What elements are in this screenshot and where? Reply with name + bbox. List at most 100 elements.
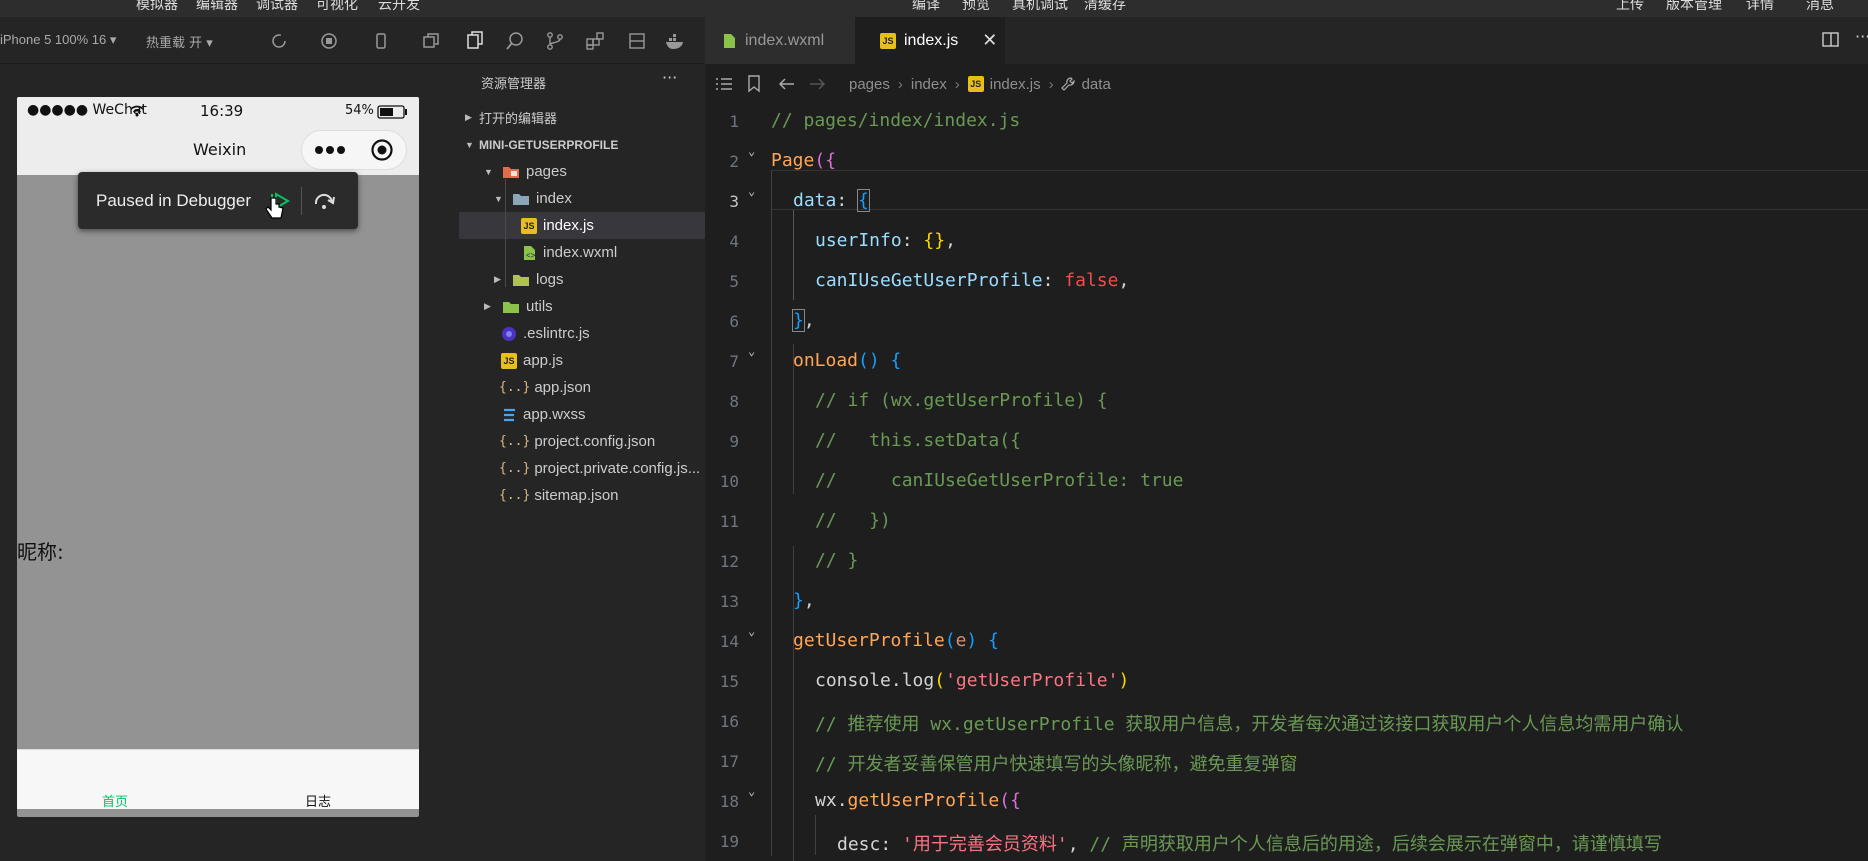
open-editors-section[interactable]: ▶ 打开的编辑器 — [459, 104, 705, 131]
tree-label: logs — [536, 271, 564, 288]
tree-label: index.wxml — [543, 244, 618, 261]
window-icon[interactable] — [422, 32, 440, 50]
nickname-label: 昵称: — [17, 540, 64, 564]
tab-label: index.js — [904, 31, 959, 49]
refresh-icon[interactable] — [270, 32, 288, 50]
split-editor-icon[interactable] — [1822, 31, 1840, 49]
menu-preview[interactable]: 预览 — [962, 0, 990, 14]
tree-item-pages[interactable]: ▼ pages — [459, 158, 705, 185]
crumb-index[interactable]: index — [911, 76, 947, 93]
source-control-icon[interactable] — [545, 31, 565, 51]
current-line-highlight — [771, 170, 1868, 210]
menu-cloud[interactable]: 云开发 — [378, 0, 420, 14]
tree-item-app-json[interactable]: {..} app.json — [459, 374, 705, 401]
fold-chevron-icon[interactable]: ⌄ — [748, 144, 755, 158]
search-icon[interactable] — [505, 31, 525, 51]
project-section[interactable]: ▼ MINI-GETUSERPROFILE — [459, 131, 705, 158]
tree-item-sitemap[interactable]: {..} sitemap.json — [459, 482, 705, 509]
more-icon[interactable] — [314, 145, 346, 155]
fold-chevron-icon[interactable]: ⌄ — [748, 184, 755, 198]
json-file-icon: {..} — [499, 380, 531, 395]
device-select[interactable]: iPhone 5 100% 16 ▾ — [0, 32, 116, 48]
list-icon[interactable] — [715, 76, 733, 92]
tab-index-wxml[interactable]: index.wxml — [705, 17, 855, 64]
chevron-right-icon: › — [1048, 75, 1054, 93]
css-file-icon — [504, 408, 515, 421]
bookmark-icon[interactable] — [747, 75, 761, 93]
status-time: 16:39 — [200, 102, 244, 120]
tree-label: app.json — [534, 379, 592, 396]
explorer-menu-button[interactable]: ··· — [662, 68, 677, 87]
menu-editor[interactable]: 编辑器 — [196, 0, 238, 14]
tree-item-index-folder[interactable]: ▼ index — [459, 185, 705, 212]
code-line-3: data: { — [793, 189, 870, 212]
close-icon[interactable]: ✕ — [982, 30, 997, 51]
phone-icon[interactable] — [372, 32, 390, 50]
line-number: 13 — [719, 592, 739, 611]
fold-chevron-icon[interactable]: ⌄ — [748, 624, 755, 638]
folder-icon — [503, 301, 519, 313]
storage-icon[interactable] — [627, 31, 647, 51]
menu-simulator[interactable]: 模拟器 — [136, 0, 178, 14]
fold-chevron-icon[interactable]: ⌄ — [748, 784, 755, 798]
line-number: 8 — [729, 392, 739, 411]
close-miniprogram-icon[interactable] — [370, 138, 394, 162]
code-line-11: // }) — [815, 510, 891, 531]
crumb-file[interactable]: index.js — [990, 76, 1041, 93]
wrench-icon — [1060, 77, 1075, 91]
menu-details[interactable]: 详情 — [1746, 0, 1774, 14]
step-over-icon[interactable] — [312, 191, 336, 211]
code-line-10: // canIUseGetUserProfile: true — [815, 470, 1184, 491]
menu-clear-cache[interactable]: 清缓存 — [1084, 0, 1126, 14]
nav-title: Weixin — [193, 140, 247, 159]
hot-reload-select[interactable]: 热重载 开 ▾ — [146, 32, 213, 51]
open-editors-label: 打开的编辑器 — [479, 111, 558, 126]
menu-device-debug[interactable]: 真机调试 — [1012, 0, 1068, 14]
menu-version[interactable]: 版本管理 — [1666, 0, 1722, 14]
menu-debugger[interactable]: 调试器 — [256, 0, 298, 14]
extensions-icon[interactable] — [585, 31, 605, 51]
tree-label: app.js — [523, 352, 564, 369]
fold-chevron-icon[interactable]: ⌄ — [748, 344, 755, 358]
menu-compile[interactable]: 编译 — [912, 0, 940, 14]
code-line-4: userInfo: {}, — [815, 230, 956, 251]
tree-item-index-wxml[interactable]: <> index.wxml — [459, 239, 705, 266]
files-icon[interactable] — [465, 30, 485, 50]
code-line-19: desc: '用于完善会员资料', // 声明获取用户个人信息后的用途，后续会展… — [837, 834, 1662, 855]
arrow-left-icon[interactable] — [777, 77, 795, 91]
json-file-icon: {..} — [499, 434, 531, 449]
project-label: MINI-GETUSERPROFILE — [479, 137, 619, 152]
tree-item-app-js[interactable]: JS app.js — [459, 347, 705, 374]
tree-item-logs[interactable]: ▶ logs — [459, 266, 705, 293]
docker-icon[interactable] — [664, 31, 686, 51]
tab-logs[interactable]: 日志 — [305, 791, 331, 810]
code-line-5: canIUseGetUserProfile: false, — [815, 270, 1130, 291]
menu-messages[interactable]: 消息 — [1806, 0, 1834, 14]
menu-visual[interactable]: 可视化 — [316, 0, 358, 14]
menu-upload[interactable]: 上传 — [1616, 0, 1644, 14]
crumb-symbol[interactable]: data — [1082, 76, 1111, 93]
json-file-icon: {..} — [499, 488, 531, 503]
more-actions-icon[interactable]: ··· — [1855, 27, 1868, 46]
tree-item-utils[interactable]: ▶ utils — [459, 293, 705, 320]
tree-item-project-private-config[interactable]: {..} project.private.config.js... — [459, 455, 705, 482]
line-number: 19 — [719, 832, 739, 851]
tree-item-eslintrc[interactable]: .eslintrc.js — [459, 320, 705, 347]
tree-item-project-config[interactable]: {..} project.config.json — [459, 428, 705, 455]
line-number: 9 — [729, 432, 739, 451]
code-area[interactable]: 1 2 3 4 5 6 7 8 9 10 11 12 13 14 15 16 1… — [705, 104, 1868, 861]
line-number: 1 — [729, 112, 739, 131]
stop-icon[interactable] — [320, 32, 338, 50]
battery-percent: 54% — [345, 103, 374, 118]
svg-text:<>: <> — [526, 251, 536, 260]
tree-item-app-wxss[interactable]: app.wxss — [459, 401, 705, 428]
tree-item-index-js[interactable]: JS index.js — [459, 212, 705, 239]
line-number: 17 — [719, 752, 739, 771]
tab-home[interactable]: 首页 — [102, 791, 128, 810]
crumb-pages[interactable]: pages — [849, 76, 890, 93]
tab-index-js[interactable]: JS index.js ✕ — [855, 17, 1005, 64]
phone-tab-bar: 首页 日志 — [17, 749, 419, 810]
indent-guide — [793, 210, 794, 300]
folder-open-icon — [503, 166, 519, 178]
arrow-right-icon[interactable] — [809, 77, 827, 91]
